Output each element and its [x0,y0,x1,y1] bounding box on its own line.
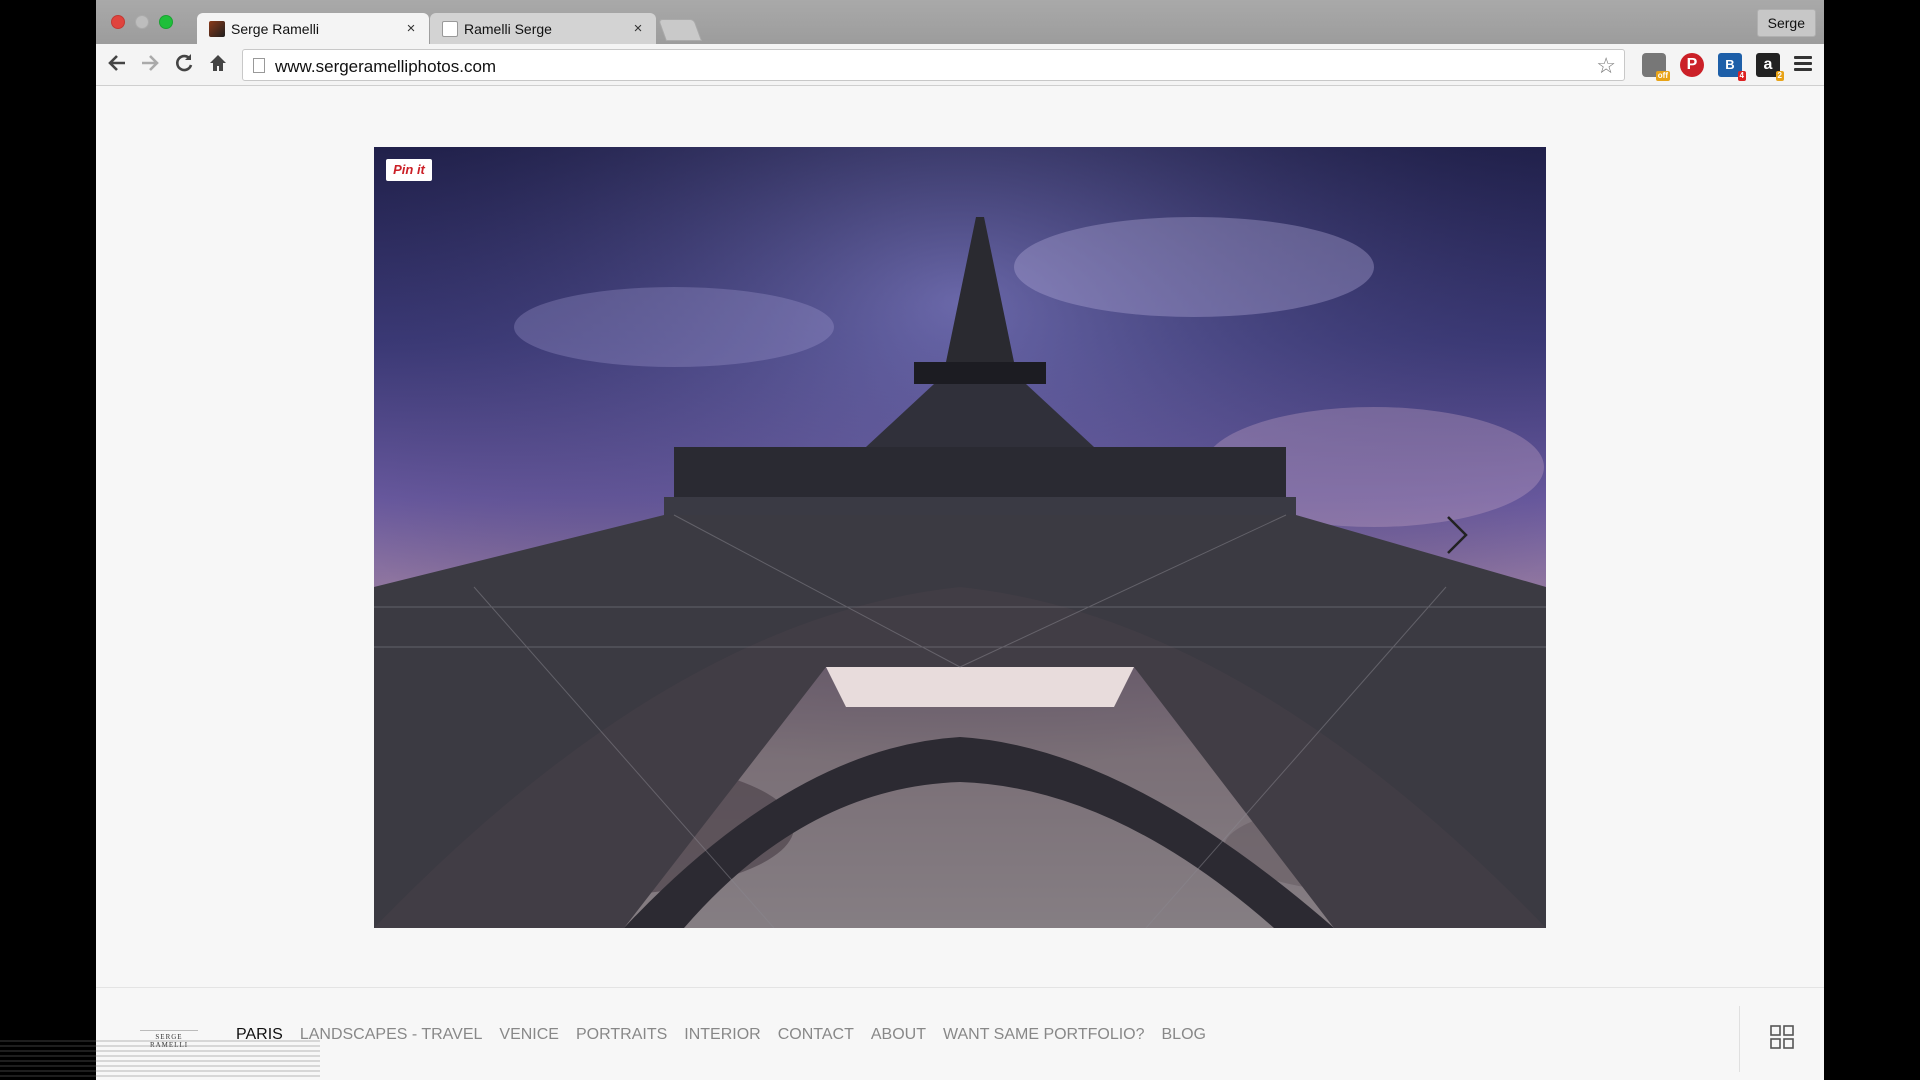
b-extension-icon[interactable]: B 4 [1718,53,1746,81]
next-photo-button[interactable] [1436,505,1476,565]
nav-item-landscapes-travel[interactable]: LANDSCAPES - TRAVEL [300,1026,483,1044]
back-button[interactable] [104,52,130,78]
b-extension-letter: B [1725,57,1735,72]
amazon-extension-badge: 2 [1775,71,1784,81]
close-window-button[interactable] [111,15,125,29]
hamburger-menu-icon[interactable] [1794,56,1812,74]
nav-item-about[interactable]: ABOUT [871,1026,926,1044]
tab-title: Serge Ramelli [231,20,319,37]
tab-close-icon[interactable]: × [630,20,646,37]
camera-extension-icon[interactable]: off [1642,53,1670,81]
home-icon [210,55,226,71]
forward-button[interactable] [137,52,163,78]
nav-item-portraits[interactable]: PORTRAITS [576,1026,667,1044]
profile-button[interactable]: Serge [1756,9,1816,37]
nav-item-contact[interactable]: CONTACT [778,1026,854,1044]
new-tab-button[interactable] [657,19,703,41]
minimize-window-button[interactable] [135,15,149,29]
amazon-extension-letter: a [1763,56,1773,73]
maximize-window-button[interactable] [159,15,173,29]
address-bar[interactable]: www.sergeramelliphotos.com ☆ [242,49,1625,81]
grid-view-icon[interactable] [1770,1025,1794,1049]
home-button[interactable] [205,52,231,78]
page-icon [253,58,265,73]
nav-item-blog[interactable]: BLOG [1162,1026,1206,1044]
arrow-right-icon [142,55,159,71]
tab-serge-ramelli[interactable]: Serge Ramelli × [197,13,429,44]
pinterest-extension-icon[interactable]: P [1680,53,1704,77]
thumbnail-grid-icon [1770,1025,1794,1049]
eiffel-tower-photo[interactable]: Pin it [374,147,1546,928]
browser-window: Serge Ramelli × Ramelli Serge × Serge ww… [96,0,1824,1080]
reload-button[interactable] [171,52,197,78]
nav-item-venice[interactable]: VENICE [499,1026,559,1044]
footer-divider [1739,1006,1740,1072]
tab-title: Ramelli Serge [464,20,552,37]
bookmark-star-icon[interactable]: ☆ [1596,53,1616,79]
eiffel-tower-illustration [374,147,1546,928]
tab-strip: Serge Ramelli × Ramelli Serge × Serge [96,0,1824,44]
url-text: www.sergeramelliphotos.com [275,57,497,76]
reload-icon [176,54,193,72]
nav-item-interior[interactable]: INTERIOR [684,1026,760,1044]
arrow-left-icon [108,55,125,71]
site-favicon-icon [209,20,225,37]
camera-extension-badge: off [1655,71,1670,81]
chevron-right-icon [1447,516,1468,554]
video-artifact-overlay [0,1040,320,1080]
pin-it-button[interactable]: Pin it [386,159,432,181]
b-extension-badge: 4 [1737,71,1746,81]
footer-nav-bar: SERGE RAMELLI PARIS LANDSCAPES - TRAVEL … [96,987,1824,1080]
main-nav: PARIS LANDSCAPES - TRAVEL VENICE PORTRAI… [236,1026,1223,1044]
nav-item-want-same-portfolio[interactable]: WANT SAME PORTFOLIO? [943,1026,1145,1044]
tab-ramelli-serge[interactable]: Ramelli Serge × [430,13,656,44]
page-content: Pin it [96,87,1824,987]
tab-close-icon[interactable]: × [403,20,419,37]
site-favicon-icon [442,20,458,37]
amazon-extension-icon[interactable]: a 2 [1756,53,1784,81]
browser-toolbar: www.sergeramelliphotos.com ☆ off P B 4 a… [96,44,1824,86]
